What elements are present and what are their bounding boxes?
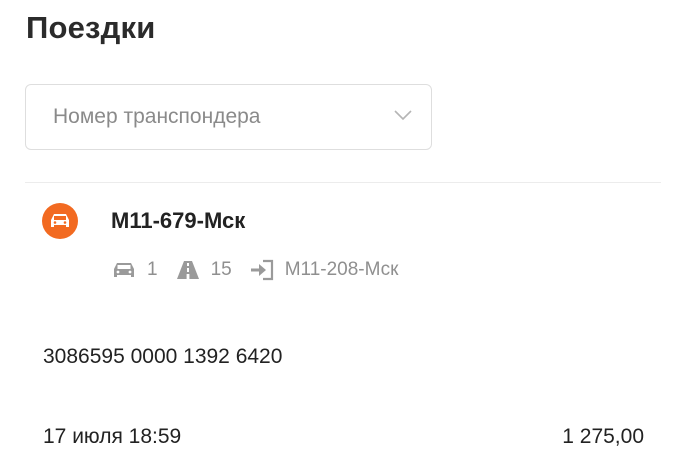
trip-datetime: 17 июля 18:59 <box>43 425 182 448</box>
transponder-select[interactable]: Номер транспондера <box>25 84 432 150</box>
page-title: Поездки <box>26 10 156 45</box>
entry-icon <box>250 259 273 281</box>
transponder-select-placeholder: Номер транспондера <box>53 105 261 128</box>
car-icon <box>42 203 78 239</box>
trip-meta: 1 15 М11-208-Мск <box>111 257 415 283</box>
trip-title[interactable]: М11-679-Мск <box>111 208 245 234</box>
trip-amount: 1 275,00 <box>562 425 644 448</box>
divider <box>25 182 661 183</box>
vehicle-class-car-icon <box>114 263 134 277</box>
road-icon <box>176 261 199 279</box>
entry-point-value: М11-208-Мск <box>284 259 399 280</box>
transponder-number: 3086595 0000 1392 6420 <box>43 345 283 368</box>
chevron-down-icon <box>394 110 412 121</box>
road-section-value: 15 <box>210 259 232 280</box>
vehicle-class-value: 1 <box>147 259 158 280</box>
